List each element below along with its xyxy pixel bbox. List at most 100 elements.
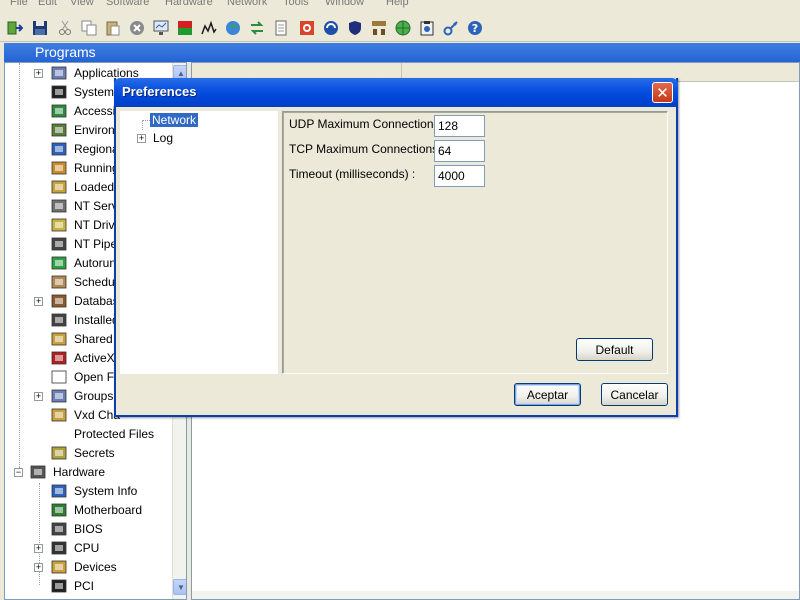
- udp-label: UDP Maximum Connections:: [289, 117, 443, 131]
- tree-item-label: ActiveX: [74, 351, 115, 365]
- document-icon[interactable]: [272, 19, 290, 37]
- menu-edit[interactable]: Edit: [38, 0, 57, 8]
- help-icon[interactable]: ?: [466, 19, 484, 37]
- chip-icon: [51, 522, 67, 536]
- dialog-title-bar[interactable]: Preferences ✕: [114, 78, 678, 107]
- shield-icon[interactable]: [346, 19, 364, 37]
- globe-icon[interactable]: [224, 19, 242, 37]
- tree-item[interactable]: BIOS: [5, 520, 171, 539]
- expand-log-icon[interactable]: +: [137, 134, 146, 143]
- tree-item-label: Protected Files: [74, 427, 155, 441]
- default-button[interactable]: Default: [576, 338, 653, 361]
- tree-item[interactable]: System Info: [5, 482, 171, 501]
- tree-item[interactable]: − Hardware: [5, 463, 171, 482]
- secrets-icon: [51, 446, 67, 460]
- tree-item[interactable]: Secrets: [5, 444, 171, 463]
- environment-icon: [51, 123, 67, 137]
- cancelar-button[interactable]: Cancelar: [601, 383, 668, 406]
- tree-node-log[interactable]: Log: [153, 131, 173, 145]
- tcp-max-connections-input[interactable]: 64: [434, 140, 485, 162]
- menu-view[interactable]: View: [70, 0, 94, 8]
- programs-header: Programs: [4, 43, 800, 62]
- report-icon[interactable]: [152, 19, 170, 37]
- console-icon: [51, 85, 67, 99]
- tree-item-label: CPU: [74, 541, 100, 555]
- expand-icon[interactable]: +: [34, 392, 43, 401]
- menu-file[interactable]: File: [10, 0, 28, 8]
- groups-icon: [51, 389, 67, 403]
- tree-item[interactable]: PCI: [5, 577, 171, 596]
- motherboard-icon: [51, 503, 67, 517]
- paste-icon[interactable]: [104, 19, 122, 37]
- save-icon[interactable]: [31, 19, 49, 37]
- tree-item-label: Motherboard: [74, 503, 143, 517]
- applications-icon: [51, 66, 67, 80]
- exit-icon[interactable]: [6, 19, 24, 37]
- tree-item-label: Loaded: [74, 180, 115, 194]
- expand-icon[interactable]: −: [14, 468, 23, 477]
- expand-icon[interactable]: +: [34, 563, 43, 572]
- tree-item-label: Secrets: [74, 446, 115, 460]
- tree-item-label: Regiona: [74, 142, 119, 156]
- tcp-label: TCP Maximum Connections:: [289, 142, 442, 156]
- menu-network[interactable]: Network: [227, 0, 267, 8]
- color-icon[interactable]: [176, 19, 194, 37]
- tree-item-label: Open Fil: [74, 370, 120, 384]
- network-settings-pane: UDP Maximum Connections: 128 TCP Maximum…: [282, 111, 668, 374]
- expand-icon[interactable]: +: [34, 69, 43, 78]
- schedule-icon: [51, 275, 67, 289]
- key-icon[interactable]: [442, 19, 460, 37]
- clipboard-icon[interactable]: [418, 19, 436, 37]
- pipe-icon: [51, 237, 67, 251]
- menu-help[interactable]: Help: [386, 0, 409, 8]
- tree-item[interactable]: Protected Files: [5, 425, 171, 444]
- udp-max-connections-input[interactable]: 128: [434, 115, 485, 137]
- preferences-dialog: Preferences ✕ Network + Log UDP Maximum …: [114, 78, 678, 417]
- tree-item[interactable]: + CPU: [5, 539, 171, 558]
- hierarchy-icon[interactable]: [370, 19, 388, 37]
- chart-icon[interactable]: [200, 19, 218, 37]
- gears-icon: [51, 199, 67, 213]
- close-button[interactable]: ✕: [652, 82, 673, 103]
- timeout-label: Timeout (milliseconds) :: [289, 167, 416, 181]
- tree-item[interactable]: Motherboard: [5, 501, 171, 520]
- system-info-icon: [51, 484, 67, 498]
- world-icon[interactable]: [394, 19, 412, 37]
- pci-icon: [51, 579, 67, 593]
- tree-node-network[interactable]: Network: [150, 113, 199, 127]
- accessibility-icon: [51, 104, 67, 118]
- target-icon[interactable]: [298, 19, 316, 37]
- vxd-icon: [51, 408, 67, 422]
- tree-item-label: Installed: [74, 313, 119, 327]
- stop-icon[interactable]: [128, 19, 146, 37]
- devices-icon: [51, 560, 67, 574]
- globe-icon: [51, 142, 67, 156]
- timeout-input[interactable]: 4000: [434, 165, 485, 187]
- scroll-down-button[interactable]: ▼: [173, 579, 186, 595]
- copy-icon[interactable]: [80, 19, 98, 37]
- aceptar-button[interactable]: Aceptar: [514, 383, 581, 406]
- refresh-icon[interactable]: [248, 19, 266, 37]
- details-hscroll[interactable]: [192, 591, 799, 599]
- shared-icon: [51, 332, 67, 346]
- menu-tools[interactable]: Tools: [283, 0, 309, 8]
- tree-item-label: Databas: [74, 294, 119, 308]
- network-icon[interactable]: [322, 19, 340, 37]
- dialog-title: Preferences: [122, 84, 197, 99]
- tree-item-label: Hardware: [53, 465, 106, 479]
- menu-software[interactable]: Software: [106, 0, 149, 8]
- close-icon: ✕: [656, 84, 669, 102]
- tree-item-label: Running: [74, 161, 119, 175]
- hardware-icon: [30, 465, 46, 479]
- cpu-icon: [51, 541, 67, 555]
- running-icon: [51, 161, 67, 175]
- expand-icon[interactable]: +: [34, 544, 43, 553]
- tree-item-label: Devices: [74, 560, 117, 574]
- menu-hardware[interactable]: Hardware: [165, 0, 213, 8]
- tree-item-label: NT Serv: [74, 199, 118, 213]
- expand-icon[interactable]: +: [34, 297, 43, 306]
- tree-item[interactable]: + Devices: [5, 558, 171, 577]
- preferences-tree[interactable]: Network + Log: [120, 111, 278, 374]
- cut-icon[interactable]: [56, 19, 74, 37]
- menu-window[interactable]: Window: [325, 0, 364, 8]
